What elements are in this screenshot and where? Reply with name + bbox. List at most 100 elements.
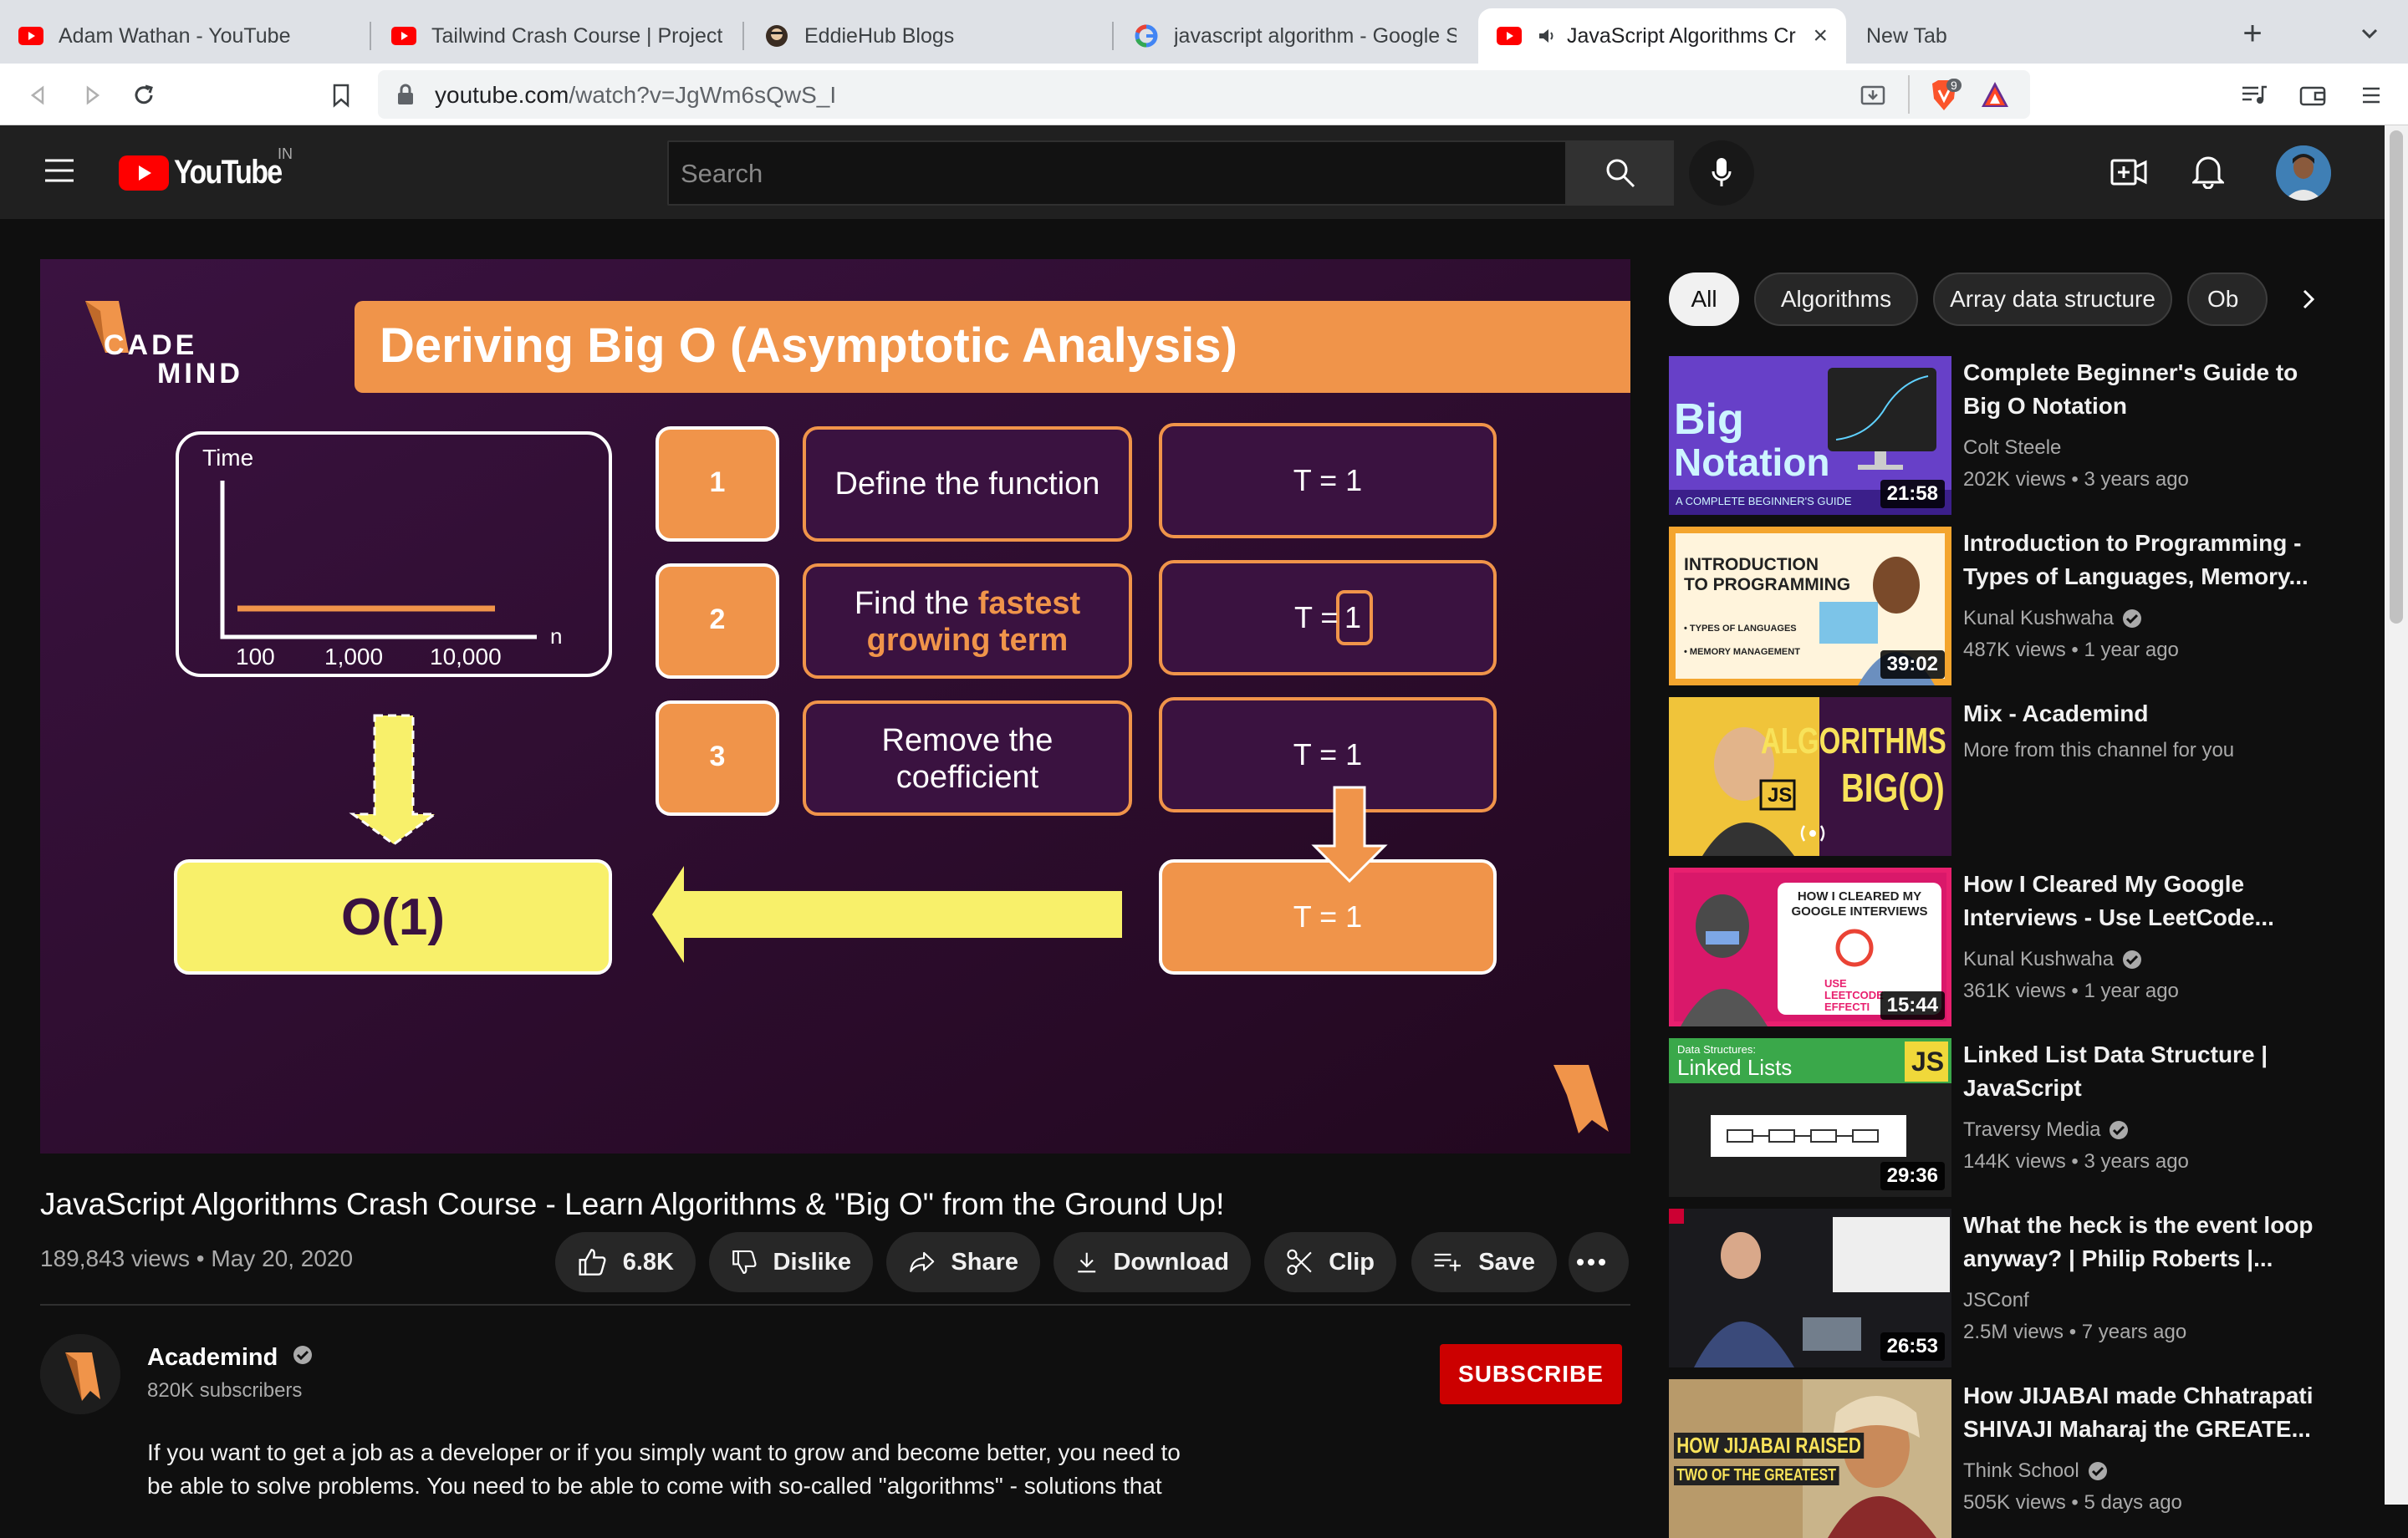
video-title: JavaScript Algorithms Crash Course - Lea… bbox=[40, 1187, 1225, 1221]
browser-tab-1[interactable]: Adam Wathan - YouTube bbox=[0, 8, 368, 64]
brave-rewards-icon[interactable] bbox=[1980, 80, 2010, 109]
chip-all[interactable]: All bbox=[1669, 272, 1739, 326]
browser-tab-4[interactable]: javascript algorithm - Google Se bbox=[1115, 8, 1475, 64]
video-player[interactable]: CADE MIND Deriving Big O (Asymptotic Ana… bbox=[40, 259, 1630, 1154]
tab-list-chevron-icon[interactable] bbox=[2354, 18, 2385, 48]
browser-tab-2[interactable]: Tailwind Crash Course | Project F bbox=[373, 8, 741, 64]
address-bar[interactable]: youtube.com/watch?v=JgWm6sQwS_I 9 bbox=[378, 70, 2030, 119]
close-tab-icon[interactable]: × bbox=[1813, 22, 1828, 50]
eddiehub-icon bbox=[764, 23, 789, 48]
channel-name[interactable]: Traversy Media bbox=[1963, 1118, 2129, 1142]
video-meta: 2.5M views • 7 years ago bbox=[1963, 1321, 2187, 1343]
step-label-part: Remove the bbox=[881, 723, 1054, 758]
forward-icon[interactable] bbox=[75, 79, 109, 112]
recommendation-item[interactable]: Data Structures: Linked Lists JS 29:36 L… bbox=[1669, 1038, 2321, 1197]
video-description[interactable]: If you want to get a job as a developer … bbox=[147, 1436, 1201, 1503]
browser-tab-active[interactable]: JavaScript Algorithms Cr × bbox=[1478, 8, 1846, 64]
chip-array-data-structure[interactable]: Array data structure bbox=[1933, 272, 2172, 326]
video-meta: 144K views • 3 years ago bbox=[1963, 1150, 2189, 1173]
graph-y-label: Time bbox=[202, 445, 254, 471]
video-title[interactable]: How I Cleared My Google Interviews - Use … bbox=[1963, 868, 2314, 935]
video-meta: 202K views • 3 years ago bbox=[1963, 468, 2189, 491]
step-label-part: coefficient bbox=[895, 760, 1039, 795]
bookmark-icon[interactable] bbox=[324, 79, 358, 112]
channel-name[interactable]: More from this channel for you bbox=[1963, 739, 2234, 762]
video-title[interactable]: Linked List Data Structure | JavaScript bbox=[1963, 1038, 2314, 1105]
save-label: Save bbox=[1478, 1248, 1535, 1276]
chip-overflow[interactable]: Ob bbox=[2187, 272, 2268, 326]
voice-search-button[interactable] bbox=[1689, 140, 1754, 206]
user-avatar[interactable] bbox=[2276, 145, 2331, 201]
browser-tab-3[interactable]: EddieHub Blogs bbox=[746, 8, 1110, 64]
youtube-logo[interactable]: YouTube IN bbox=[119, 145, 300, 191]
browser-tab-new[interactable]: New Tab bbox=[1848, 8, 2099, 64]
channel-name[interactable]: Kunal Kushwaha bbox=[1963, 948, 2142, 971]
channel-name[interactable]: Colt Steele bbox=[1963, 436, 2061, 460]
dislike-button[interactable]: Dislike bbox=[709, 1232, 873, 1292]
url-host: youtube.com bbox=[435, 82, 569, 108]
recommendation-item[interactable]: Big Notation A COMPLETE BEGINNER'S GUIDE… bbox=[1669, 356, 2321, 515]
chip-algorithms[interactable]: Algorithms bbox=[1754, 272, 1918, 326]
channel-name[interactable]: JSConf bbox=[1963, 1289, 2029, 1312]
url-text[interactable]: youtube.com/watch?v=JgWm6sQwS_I bbox=[435, 82, 836, 109]
recommendation-item[interactable]: HOW I CLEARED MY GOOGLE INTERVIEWS USE L… bbox=[1669, 868, 2321, 1026]
video-duration: 39:02 bbox=[1880, 650, 1945, 679]
channel-name[interactable]: Academind bbox=[147, 1344, 313, 1372]
wallet-icon[interactable] bbox=[2296, 79, 2329, 112]
create-video-icon[interactable] bbox=[2110, 155, 2147, 189]
google-icon bbox=[1134, 23, 1159, 48]
hamburger-menu-icon[interactable] bbox=[43, 157, 75, 184]
title-line: Types of Languages, Memory... bbox=[1963, 563, 2309, 589]
video-title[interactable]: What the heck is the event loop anyway? |… bbox=[1963, 1209, 2314, 1276]
like-button[interactable]: 6.8K bbox=[555, 1232, 696, 1292]
download-button[interactable]: Download bbox=[1054, 1232, 1251, 1292]
video-thumbnail[interactable]: Big Notation A COMPLETE BEGINNER'S GUIDE… bbox=[1669, 356, 1951, 515]
more-actions-button[interactable] bbox=[1569, 1232, 1629, 1292]
recommendation-item[interactable]: INTRODUCTION TO PROGRAMMING • TYPES OF L… bbox=[1669, 527, 2321, 685]
channel-name[interactable]: Kunal Kushwaha bbox=[1963, 607, 2142, 630]
video-title[interactable]: How JIJABAI made Chhatrapati SHIVAJI Maha… bbox=[1963, 1379, 2314, 1446]
video-thumbnail[interactable]: Data Structures: Linked Lists JS 29:36 bbox=[1669, 1038, 1951, 1197]
url-path: /watch?v=JgWm6sQwS_I bbox=[569, 82, 837, 108]
notifications-bell-icon[interactable] bbox=[2192, 152, 2224, 189]
channel-name-text: Think School bbox=[1963, 1459, 2079, 1482]
share-button[interactable]: Share bbox=[886, 1232, 1040, 1292]
back-icon[interactable] bbox=[22, 79, 55, 112]
video-thumbnail[interactable]: HOW I CLEARED MY GOOGLE INTERVIEWS USE L… bbox=[1669, 868, 1951, 1026]
browser-toolbar: youtube.com/watch?v=JgWm6sQwS_I 9 bbox=[0, 64, 2408, 125]
reload-icon[interactable] bbox=[127, 79, 161, 112]
share-icon bbox=[910, 1251, 935, 1273]
channel-name[interactable]: Think School bbox=[1963, 1459, 2108, 1483]
more-horizontal-icon bbox=[1577, 1259, 1605, 1266]
subscribe-button[interactable]: SUBSCRIBE bbox=[1440, 1344, 1622, 1404]
step-label-highlight: growing term bbox=[866, 623, 1069, 658]
install-app-icon[interactable] bbox=[1860, 82, 1886, 109]
recommendation-item[interactable]: 26:53 What the heck is the event loop any… bbox=[1669, 1209, 2321, 1367]
title-line: What the heck is the event loop bbox=[1963, 1212, 2314, 1238]
search-button[interactable] bbox=[1567, 140, 1674, 206]
video-thumbnail[interactable]: INTRODUCTION TO PROGRAMMING • TYPES OF L… bbox=[1669, 527, 1951, 685]
brave-shields-icon[interactable]: 9 bbox=[1928, 79, 1962, 112]
channel-avatar[interactable] bbox=[40, 1334, 120, 1414]
tab-title: Tailwind Crash Course | Project F bbox=[431, 23, 722, 48]
audio-playing-icon[interactable] bbox=[1537, 23, 1557, 48]
clip-button[interactable]: Clip bbox=[1264, 1232, 1396, 1292]
video-thumbnail[interactable]: ALGORITHMS BIG(O) JS bbox=[1669, 697, 1951, 856]
video-thumbnail[interactable]: HOW JIJABAI RAISED TWO OF THE GREATEST bbox=[1669, 1379, 1951, 1538]
video-thumbnail[interactable]: 26:53 bbox=[1669, 1209, 1951, 1367]
video-title[interactable]: Introduction to Programming - Types of La… bbox=[1963, 527, 2314, 593]
playlist-icon[interactable] bbox=[2237, 79, 2271, 112]
download-label: Download bbox=[1113, 1248, 1229, 1276]
video-title[interactable]: Complete Beginner's Guide to Big O Notati… bbox=[1963, 356, 2314, 423]
thumb-text: TWO OF THE GREATEST bbox=[1674, 1466, 1839, 1485]
chips-next-chevron-icon[interactable] bbox=[2281, 272, 2334, 326]
menu-icon[interactable] bbox=[2354, 79, 2388, 112]
recommendation-item[interactable]: ALGORITHMS BIG(O) JS Mix - Academind Mor… bbox=[1669, 697, 2321, 856]
channel-name-text: Kunal Kushwaha bbox=[1963, 948, 2115, 970]
new-tab-button[interactable]: + bbox=[2234, 15, 2271, 52]
save-button[interactable]: Save bbox=[1411, 1232, 1557, 1292]
search-input[interactable]: Search bbox=[667, 140, 1567, 206]
recommendation-item[interactable]: HOW JIJABAI RAISED TWO OF THE GREATEST H… bbox=[1669, 1379, 2321, 1538]
video-title[interactable]: Mix - Academind bbox=[1963, 697, 2314, 731]
scrollbar-thumb[interactable] bbox=[2390, 130, 2403, 624]
